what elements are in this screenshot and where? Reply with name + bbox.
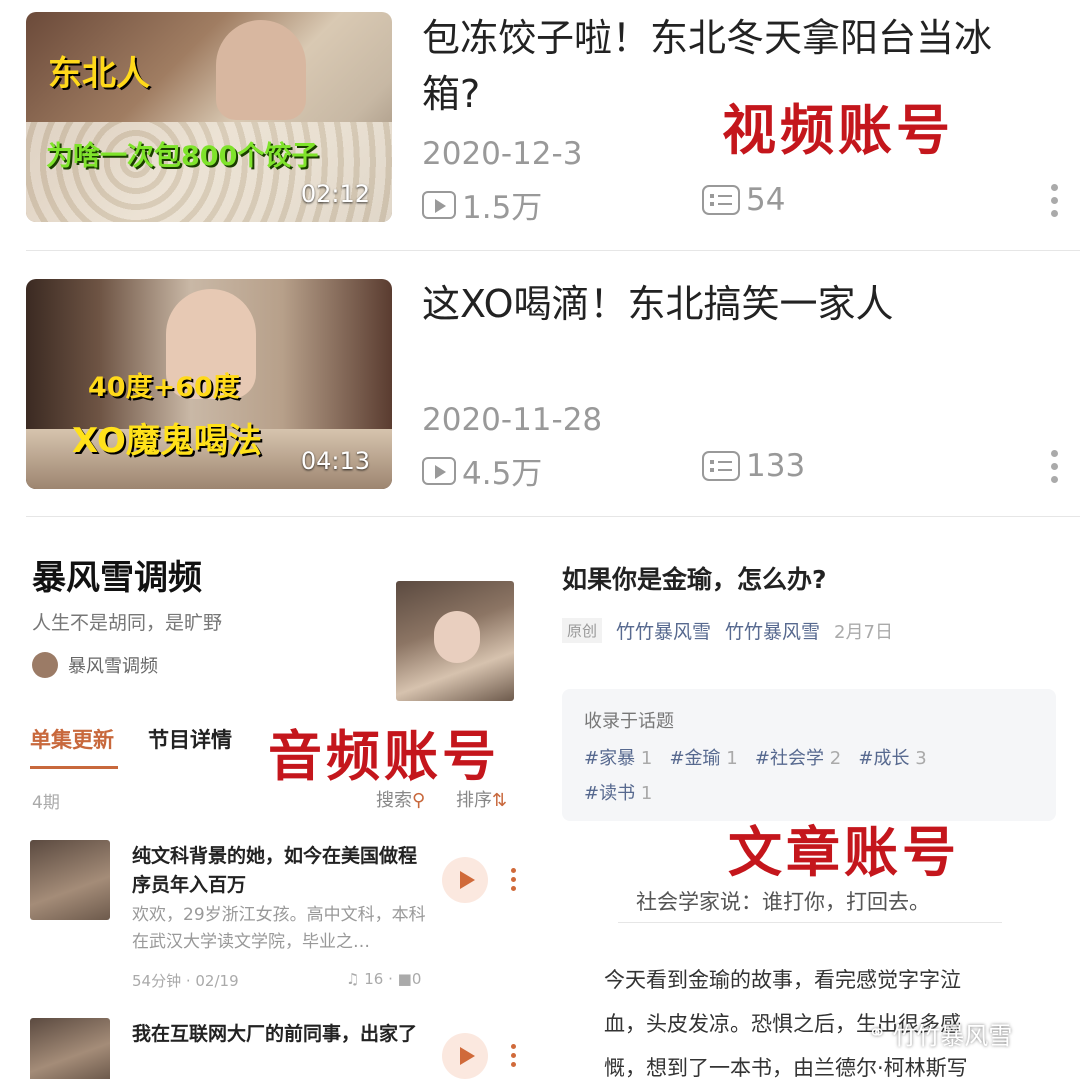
episode-cover[interactable] [30,840,110,920]
quote-underline [618,922,1002,923]
thumbnail-caption: 为啥一次包800个饺子 [46,141,319,172]
more-icon[interactable] [1050,184,1058,223]
comment-count: 133 [702,448,805,484]
article-date: 2月7日 [834,621,893,643]
search-label: 搜索 [376,790,412,811]
tab-details[interactable]: 节目详情 [148,724,232,754]
comment-count: 54 [702,182,785,218]
author-name: 暴风雪调频 [68,656,158,677]
play-icon [422,190,456,219]
article-line: 今天看到金瑜的故事，看完感觉字字泣 [604,968,961,992]
comment-icon: ■ [397,970,412,988]
audio-account-stamp: 音频账号 [268,724,500,788]
listen-count: 16 [364,970,384,988]
play-count: 1.5万 [422,182,542,227]
search-icon: ⚲ [412,790,426,811]
video-duration: 04:13 [300,447,370,475]
tab-episodes[interactable]: 单集更新 [30,724,118,769]
video-thumbnail[interactable]: 40度+60度 XO魔鬼喝法 04:13 [26,279,392,489]
episode-comment-count: 0 [411,970,422,988]
episode-title[interactable]: 纯文科背景的她，如今在美国做程序员年入百万 [132,842,432,900]
topic-tag[interactable]: #读书 1 [584,783,652,804]
podcast-title: 暴风雪调频 [32,558,202,598]
episode-count: 4期 [32,793,60,813]
article-line: 慨，想到了一本书，由兰德尔·柯林斯写 [604,1056,968,1080]
thumbnail-person [216,20,306,120]
account-link[interactable]: 竹竹暴风雪 [616,617,711,644]
comment-icon [702,451,740,481]
thumbnail-caption: XO魔鬼喝法 [72,421,262,461]
episode-cover[interactable] [30,1018,110,1079]
topics-label: 收录于话题 [584,711,674,732]
tab-label: 单集更新 [30,728,114,752]
avatar [32,652,58,678]
sort-button[interactable]: 排序⇅ [456,786,507,812]
thumbnail-caption: 40度+60度 [88,372,240,403]
topic-tag[interactable]: #家暴 1 [584,748,652,769]
more-icon[interactable] [511,1044,517,1071]
divider [26,516,1080,517]
original-badge: 原创 [562,618,603,643]
comment-count-value: 54 [746,182,786,218]
video-title[interactable]: 这XO喝滴！东北搞笑一家人 [422,276,1042,332]
podcast-cover [396,581,514,701]
topic-box: 收录于话题 #家暴 1 #金瑜 1 #社会学 2 #成长 3 #读书 1 [562,689,1056,821]
comment-count-value: 133 [746,448,806,484]
play-icon [422,456,456,485]
video-account-stamp: 视频账号 [722,98,954,162]
sort-label: 排序 [456,790,492,811]
video-date: 2020-11-28 [422,402,603,438]
watermark: ⚭ 竹竹暴风雪 [868,1016,1012,1051]
podcast-subtitle: 人生不是胡同，是旷野 [32,612,223,634]
article-account-stamp: 文章账号 [728,820,960,884]
play-count: 4.5万 [422,448,542,493]
topic-tag[interactable]: #金瑜 1 [669,748,737,769]
episode-stats: ♫ 16 · ■0 [346,970,422,988]
play-button[interactable] [442,1033,488,1079]
play-count-value: 1.5万 [462,190,543,226]
more-icon[interactable] [1050,450,1058,489]
episode-meta: 54分钟 · 02/19 [132,972,239,990]
episode-title[interactable]: 我在互联网大厂的前同事，出家了 [132,1020,432,1049]
play-count-value: 4.5万 [462,456,543,492]
author-link[interactable]: 竹竹暴风雪 [725,617,820,644]
thumbnail-caption: 东北人 [48,54,150,94]
article-byline: 原创 竹竹暴风雪 竹竹暴风雪 2月7日 [562,617,893,644]
watermark-text: 竹竹暴风雪 [892,1022,1013,1050]
divider [26,250,1080,251]
search-button[interactable]: 搜索⚲ [376,786,425,812]
article-title: 如果你是金瑜，怎么办? [562,565,827,594]
podcast-author[interactable]: 暴风雪调频 [32,652,158,678]
wechat-icon: ⚭ [868,1021,887,1046]
play-button[interactable] [442,857,488,903]
episode-description: 欢欢，29岁浙江女孩。高中文科，本科在武汉大学读文学院，毕业之… [132,905,426,952]
sort-icon: ⇅ [492,790,508,811]
tab-underline [30,766,118,769]
headphone-icon: ♫ [346,970,360,988]
video-thumbnail[interactable]: 东北人 为啥一次包800个饺子 02:12 [26,12,392,222]
cover-person [434,611,480,663]
topic-tag[interactable]: #社会学 2 [755,748,841,769]
video-date: 2020-12-3 [422,136,583,172]
topic-tags-row: #家暴 1 #金瑜 1 #社会学 2 #成长 3 #读书 1 [584,741,1044,811]
comment-icon [702,185,740,215]
topic-tag[interactable]: #成长 3 [858,748,926,769]
more-icon[interactable] [511,868,517,895]
video-duration: 02:12 [300,180,370,208]
article-quote: 社会学家说：谁打你，打回去。 [636,890,930,914]
